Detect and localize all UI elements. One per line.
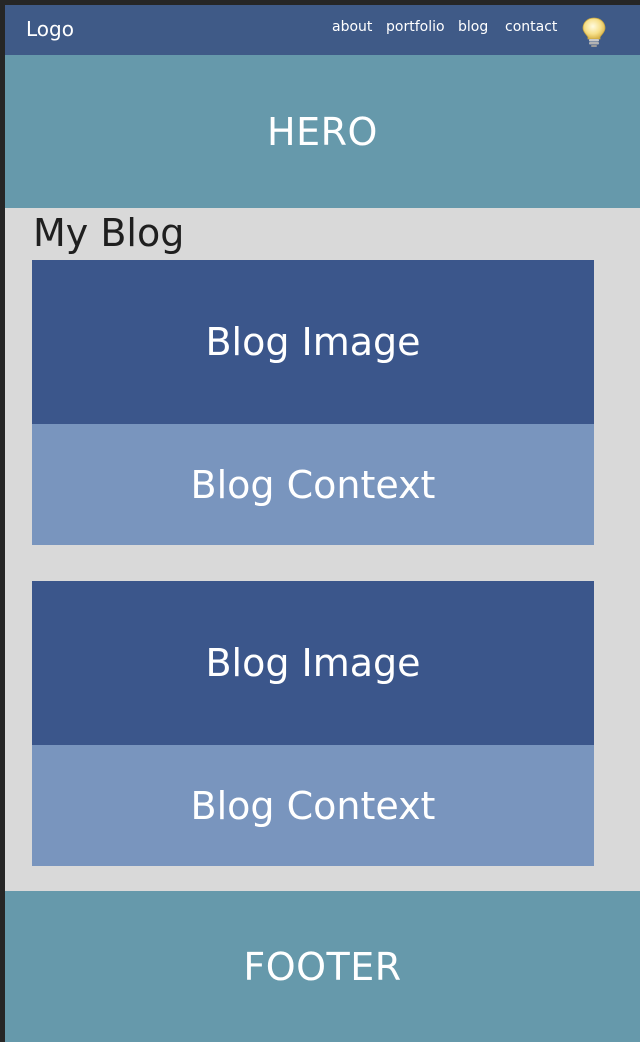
nav-link-about[interactable]: about (332, 19, 372, 35)
blog-card[interactable]: Blog Image Blog Context (32, 581, 594, 866)
blog-card-context[interactable]: Blog Context (32, 424, 594, 545)
blog-card[interactable]: Blog Image Blog Context (32, 260, 594, 545)
blog-card-context[interactable]: Blog Context (32, 745, 594, 866)
nav-link-contact[interactable]: contact (505, 19, 557, 35)
nav-link-blog[interactable]: blog (458, 19, 488, 35)
logo[interactable]: Logo (26, 17, 74, 41)
footer: FOOTER (5, 891, 640, 1042)
blog-card-image[interactable]: Blog Image (32, 260, 594, 424)
nav-link-portfolio[interactable]: portfolio (386, 19, 445, 35)
hero: HERO (5, 55, 640, 208)
footer-title: FOOTER (243, 944, 402, 989)
blog-card-image[interactable]: Blog Image (32, 581, 594, 745)
hero-title: HERO (267, 109, 378, 154)
blog-heading: My Blog (33, 211, 185, 255)
lightbulb-icon[interactable] (579, 16, 609, 48)
page: Logo about portfolio blog contact HERO M… (5, 5, 640, 1042)
navbar: Logo about portfolio blog contact (5, 5, 640, 55)
